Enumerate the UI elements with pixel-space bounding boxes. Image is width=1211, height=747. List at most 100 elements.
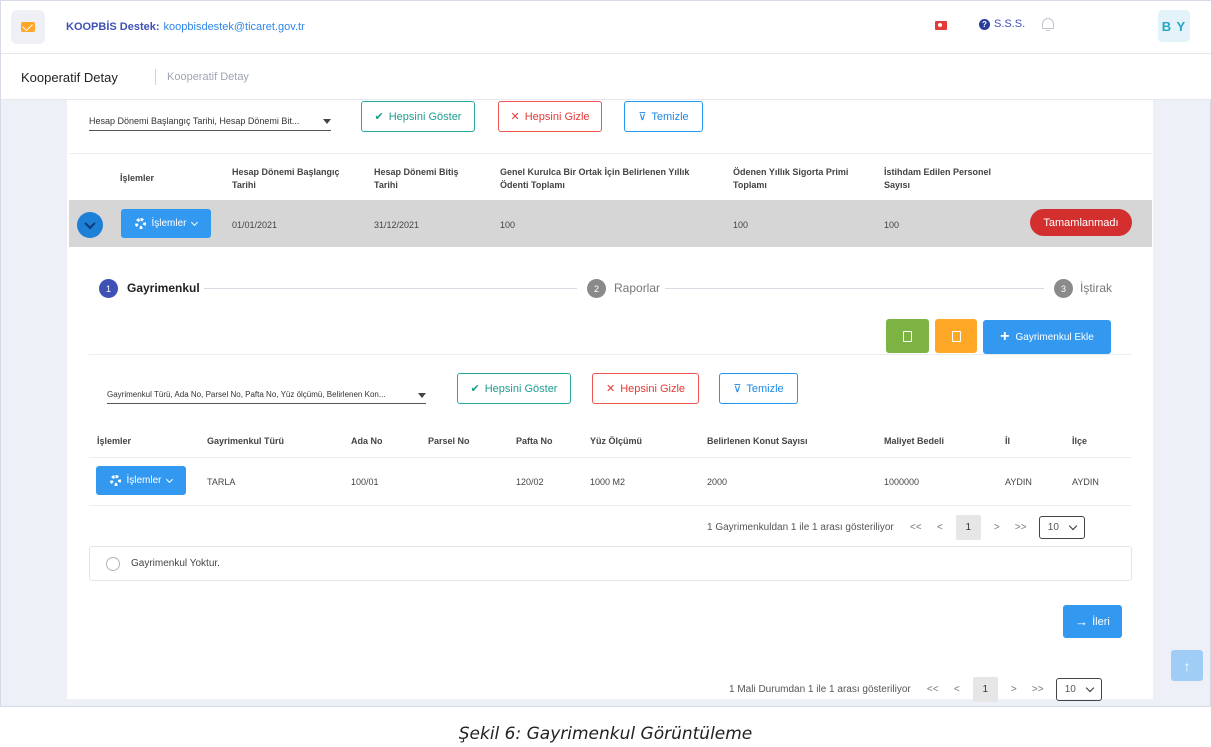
prev-page-button[interactable]: < [934, 522, 946, 533]
next-page-button[interactable]: > [1008, 684, 1020, 695]
support-info: KOOPBİS Destek: koopbisdestek@ticaret.gov… [66, 21, 305, 33]
gear-icon [110, 475, 122, 486]
header-period-end: Hesap Dönemi Bitiş Tarihi [374, 167, 459, 190]
header-staff: İstihdam Edilen Personel Sayısı [884, 167, 992, 190]
hide-all-button[interactable]: ✕ Hepsini Gizle [592, 373, 699, 404]
actions-label: İşlemler [151, 218, 187, 229]
header-pafta-no: Pafta No [516, 436, 553, 446]
table-divider [69, 153, 1152, 154]
last-page-button[interactable]: >> [1013, 522, 1029, 533]
header-annual-fee: Genel Kurulca Bir Ortak İçin Belirlenen … [500, 167, 690, 190]
first-page-button[interactable]: << [908, 522, 924, 533]
column-select-top[interactable]: Hesap Dönemi Başlangıç Tarihi, Hesap Dön… [89, 116, 331, 131]
cell-staff: 100 [884, 220, 900, 230]
page-size-value: 10 [1064, 684, 1076, 695]
table-divider [89, 505, 1132, 506]
check-icon: ✔ [374, 111, 384, 123]
header-insurance: Ödenen Yıllık Sigorta Primi Toplamı [733, 167, 849, 190]
column-select-inner[interactable]: Gayrimenkul Türü, Ada No, Parsel No, Paf… [107, 390, 426, 404]
clear-filter-button[interactable]: ⊽ Temizle [719, 373, 798, 404]
breadcrumb: Kooperatif Detay Kooperatif Detay [1, 54, 1211, 100]
gear-icon [135, 218, 147, 229]
pagination-info: 1 Mali Durumdan 1 ile 1 arası gösteriliy… [729, 684, 911, 695]
last-page-button[interactable]: >> [1030, 684, 1046, 695]
page-1-button[interactable]: 1 [972, 677, 998, 702]
next-button[interactable]: → İleri [1063, 605, 1122, 638]
page-size-value: 10 [1047, 522, 1059, 533]
hide-all-label: Hepsini Gizle [620, 382, 686, 395]
header-period-start: Hesap Dönemi Başlangıç Tarihi [232, 167, 340, 190]
show-all-label: Hepsini Göster [484, 382, 558, 395]
scroll-to-top-button[interactable]: ↑ [1171, 650, 1203, 681]
pdf-file-icon[interactable] [935, 319, 977, 353]
add-property-label: Gayrimenkul Ekle [1015, 331, 1094, 343]
expand-row-button[interactable] [77, 212, 103, 238]
support-email-link[interactable]: koopbisdestek@ticaret.gov.tr [164, 21, 305, 33]
faq-link[interactable]: ? S.S.S. [979, 18, 1025, 30]
show-all-button[interactable]: ✔ Hepsini Göster [361, 101, 475, 132]
check-icon: ✔ [470, 383, 480, 395]
header-unit-count: Belirlenen Konut Sayısı [707, 436, 808, 446]
header-district: İlçe [1072, 436, 1088, 446]
cell-unit-count: 2000 [707, 477, 728, 487]
close-icon: ✕ [510, 111, 520, 123]
table-divider [89, 457, 1132, 458]
hide-all-label: Hepsini Gizle [524, 110, 590, 123]
actions-label: İşlemler [126, 475, 162, 486]
avatar[interactable]: B Y [1158, 10, 1190, 42]
excel-file-icon[interactable] [886, 319, 929, 353]
cell-annual-fee: 100 [500, 220, 516, 230]
clear-filter-button[interactable]: ⊽ Temizle [624, 101, 703, 132]
column-select-value: Hesap Dönemi Başlangıç Tarihi, Hesap Dön… [89, 116, 300, 126]
cell-ada-no: 100/01 [351, 477, 379, 487]
arrow-right-icon: → [1075, 614, 1089, 629]
clear-label: Temizle [746, 382, 784, 395]
page-title: Kooperatif Detay [21, 70, 118, 85]
step-3-indicator[interactable]: 3 [1054, 279, 1073, 298]
chevron-down-icon [190, 218, 198, 226]
status-badge: Tamamlanmadı [1030, 209, 1132, 236]
bell-icon[interactable] [1041, 16, 1055, 32]
page-size-select[interactable]: 10 [1038, 516, 1085, 539]
no-property-label: Gayrimenkul Yoktur. [131, 558, 220, 569]
breadcrumb-divider [155, 69, 156, 85]
cell-period-start: 01/01/2021 [232, 220, 278, 230]
cell-cost: 1000000 [884, 477, 920, 487]
header-actions: İşlemler [120, 173, 155, 183]
next-label: İleri [1092, 615, 1110, 628]
step-1-indicator[interactable]: 1 [99, 279, 118, 298]
cell-province: AYDIN [1005, 477, 1032, 487]
show-all-button[interactable]: ✔ Hepsini Göster [457, 373, 571, 404]
filter-icon: ⊽ [733, 383, 742, 395]
property-actions-dropdown-button[interactable]: İşlemler [96, 466, 186, 495]
show-all-label: Hepsini Göster [388, 110, 462, 123]
cell-pafta-no: 120/02 [516, 477, 544, 487]
figure-caption: Şekil 6: Gayrimenkul Görüntüleme [458, 724, 753, 744]
header-province: İl [1005, 436, 1011, 446]
mail-button[interactable] [11, 10, 45, 44]
no-property-option[interactable]: Gayrimenkul Yoktur. [89, 546, 1132, 581]
header-cost: Maliyet Bedeli [884, 436, 945, 446]
step-2-label[interactable]: Raporlar [614, 281, 660, 295]
prev-page-button[interactable]: < [951, 684, 963, 695]
header-parsel-no: Parsel No [428, 436, 470, 446]
actions-dropdown-button[interactable]: İşlemler [121, 209, 211, 238]
hide-all-button[interactable]: ✕ Hepsini Gizle [498, 101, 602, 132]
turkish-flag-icon[interactable] [935, 21, 947, 30]
support-label: KOOPBİS Destek: [66, 21, 160, 33]
no-property-checkbox[interactable] [106, 557, 120, 571]
add-property-button[interactable]: + Gayrimenkul Ekle [983, 320, 1111, 354]
caret-down-icon [418, 393, 426, 398]
header-actions: İşlemler [97, 436, 132, 446]
caret-down-icon [323, 119, 331, 124]
page-1-button[interactable]: 1 [955, 515, 981, 540]
step-2-indicator[interactable]: 2 [587, 279, 606, 298]
next-page-button[interactable]: > [991, 522, 1003, 533]
step-3-label[interactable]: İştirak [1080, 281, 1112, 295]
clear-label: Temizle [651, 110, 689, 123]
page-size-select[interactable]: 10 [1055, 678, 1102, 701]
first-page-button[interactable]: << [925, 684, 941, 695]
financial-pagination: 1 Mali Durumdan 1 ile 1 arası gösteriliy… [729, 677, 1102, 702]
column-select-value: Gayrimenkul Türü, Ada No, Parsel No, Paf… [107, 390, 386, 399]
step-1-label[interactable]: Gayrimenkul [127, 281, 200, 295]
